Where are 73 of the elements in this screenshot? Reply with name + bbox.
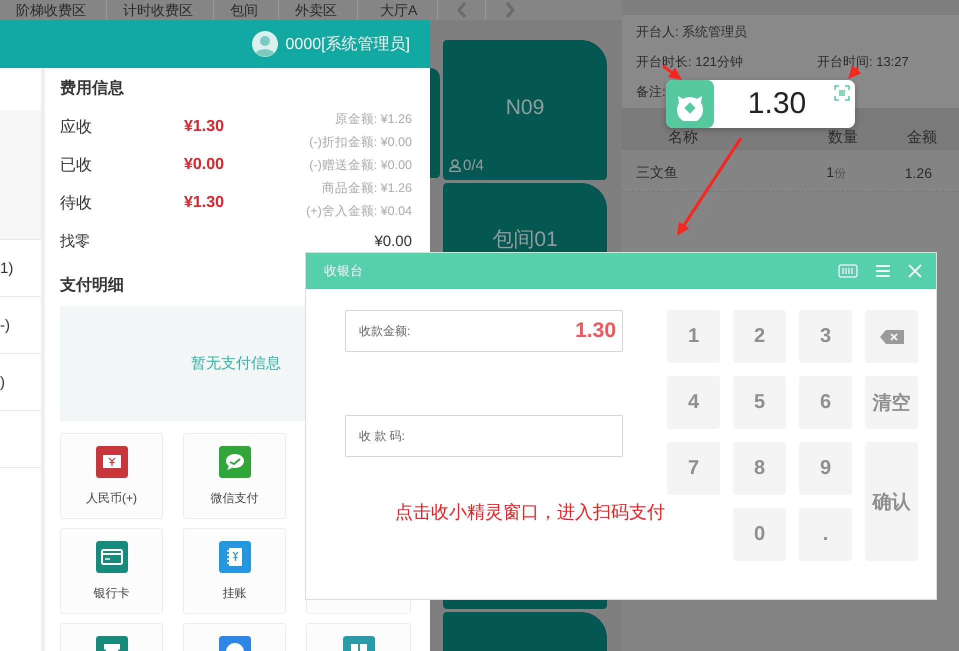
amount-field[interactable]: 收款金额: 1.30: [345, 310, 623, 352]
person-icon: [449, 159, 461, 172]
cash-icon: [96, 446, 128, 478]
number-key[interactable]: 0: [733, 508, 786, 561]
fee-label: 应收: [60, 118, 93, 138]
widget-amount: 1.30: [746, 87, 808, 121]
dialog-title: 收银台: [324, 262, 364, 280]
duration-text: 开台时长: 121分钟: [636, 54, 744, 70]
menu-icon[interactable]: [876, 265, 890, 277]
number-key[interactable]: 8: [733, 442, 786, 495]
annotation-text: 点击收小精灵窗口，进入扫码支付: [395, 501, 665, 524]
number-key[interactable]: 2: [733, 310, 786, 363]
payment-method-tile[interactable]: 人民币(+): [60, 433, 163, 519]
change-label: 找零: [60, 232, 90, 250]
confirm-key[interactable]: 确认: [865, 442, 918, 561]
payment-method-tile[interactable]: 挂账: [183, 528, 286, 614]
section-title: 支付明细: [60, 276, 124, 296]
fee-value: ¥0.00: [184, 156, 224, 174]
breakdown-line: 商品金额: ¥1.26: [322, 180, 412, 197]
list-item-text: 1): [0, 240, 41, 297]
open-time-text: 开台时间: 13:27: [817, 54, 910, 70]
keyboard-icon[interactable]: [838, 264, 858, 278]
breakdown-line: (-)折扣金额: ¥0.00: [309, 134, 412, 151]
fee-value: ¥1.30: [184, 118, 224, 136]
scan-icon[interactable]: [834, 85, 850, 101]
breakdown-line: (+)舍入金额: ¥0.04: [306, 203, 412, 220]
number-key[interactable]: 1: [667, 310, 720, 363]
backspace-icon: [880, 330, 904, 344]
close-icon[interactable]: [908, 264, 922, 278]
change-value: ¥0.00: [374, 232, 412, 250]
column-header: 数量: [827, 128, 859, 147]
chat-bubble-icon: [218, 446, 250, 478]
avatar-icon: [252, 31, 278, 57]
number-key[interactable]: 4: [667, 376, 720, 429]
number-key[interactable]: 5: [733, 376, 786, 429]
chevron-left-icon[interactable]: [456, 2, 467, 18]
table-tile[interactable]: N09 0/4: [443, 40, 607, 180]
table-name: N09: [506, 96, 544, 120]
payment-method-tile[interactable]: 银行卡: [60, 528, 163, 614]
opener-text: 开台人: 系统管理员: [636, 24, 748, 40]
payment-widget-popup[interactable]: 1.30: [666, 80, 855, 128]
number-key[interactable]: 6: [799, 376, 852, 429]
user-name: 0000[系统管理员]: [286, 34, 410, 54]
item-name: 三文鱼: [635, 164, 679, 182]
number-key[interactable]: 3: [799, 310, 852, 363]
list-item-text: -): [0, 297, 41, 354]
column-header: 名称: [667, 128, 699, 147]
payment-method-tile[interactable]: 微信支付: [183, 433, 286, 519]
list-item-text: ): [0, 354, 41, 411]
column-header: 金额: [906, 128, 938, 147]
guest-count: 0/4: [463, 157, 484, 174]
backspace-key[interactable]: [865, 310, 918, 363]
number-key[interactable]: 9: [799, 442, 852, 495]
chevron-right-icon[interactable]: [504, 2, 515, 18]
section-title: 费用信息: [60, 78, 124, 99]
app-logo[interactable]: [666, 80, 714, 128]
ledger-icon: [218, 541, 250, 573]
empty-message: 暂无支付信息: [191, 354, 281, 373]
table-tile[interactable]: [430, 68, 440, 178]
table-name: 包间01: [492, 227, 558, 253]
payment-code-field[interactable]: 收 款 码:: [345, 415, 623, 457]
breakdown-line: 原金额: ¥1.26: [334, 111, 412, 128]
fee-label: 已收: [60, 156, 93, 176]
number-key[interactable]: 7: [667, 442, 720, 495]
fee-label: 待收: [60, 194, 93, 214]
breakdown-line: (-)赠送金额: ¥0.00: [309, 157, 412, 174]
remark-text: 备注:: [636, 84, 666, 100]
fee-value: ¥1.30: [184, 194, 224, 212]
number-key[interactable]: .: [799, 508, 852, 561]
hall-tab[interactable]: 大厅A: [358, 0, 438, 20]
clear-key[interactable]: 清空: [865, 376, 918, 429]
item-amount: 1.26: [904, 164, 933, 180]
card-icon: [96, 541, 128, 573]
